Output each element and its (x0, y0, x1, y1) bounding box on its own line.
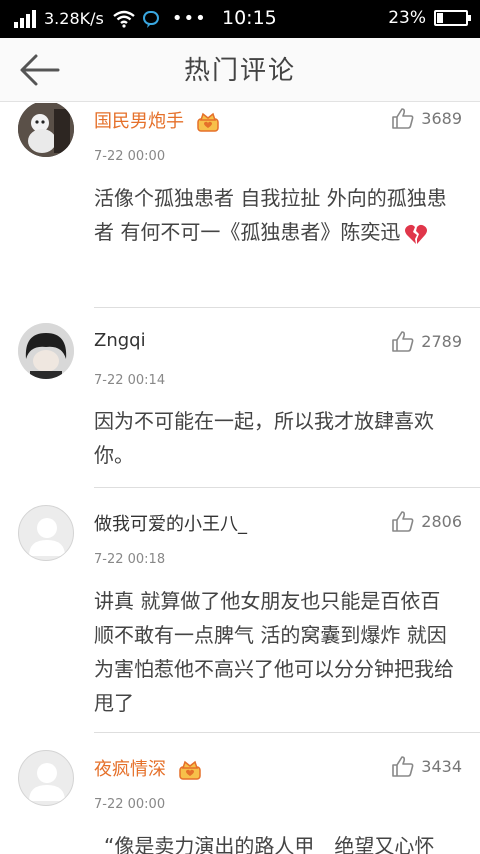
username-text: 做我可爱的小王八_ (94, 514, 247, 535)
like-count: 2789 (421, 331, 462, 351)
message-icon (142, 10, 159, 28)
comment-list[interactable]: 国民男炮手 3689 7-22 00:00 活像个孤独患者 自我拉扯 外向的孤独… (0, 103, 480, 854)
battery-percent: 23% (388, 8, 426, 28)
comment-time: 7-22 00:18 (94, 552, 166, 567)
network-speed: 3.28K/s (44, 9, 104, 28)
thumbs-up-icon (392, 511, 414, 532)
thumbs-up-icon (392, 108, 414, 129)
like-button[interactable]: 3434 (391, 755, 462, 777)
like-button[interactable]: 3689 (391, 107, 462, 129)
comment-item: Zngqi 2789 7-22 00:14 因为不可能在一起，所以我才放肆喜欢你… (18, 308, 480, 488)
like-button[interactable]: 2806 (391, 510, 462, 532)
comment-text: “像是卖力演出的路人甲 绝望又心怀 (104, 834, 435, 854)
username[interactable]: Zngqi (94, 330, 146, 351)
thumbs-up-icon (392, 756, 414, 777)
avatar[interactable] (18, 103, 74, 157)
status-right: 23% (388, 8, 471, 28)
battery-icon (434, 10, 471, 26)
like-count: 2806 (421, 511, 462, 531)
comment-text-content: 活像个孤独患者 自我拉扯 外向的孤独患者 有何不可一《孤独患者》陈奕迅 (94, 186, 447, 244)
like-count: 3434 (421, 756, 462, 776)
vip-crown-icon (178, 760, 201, 780)
comment-item: 做我可爱的小王八_ 2806 7-22 00:18 讲真 就算做了他女朋友也只能… (18, 488, 480, 733)
avatar[interactable] (18, 505, 74, 561)
comment-time: 7-22 00:14 (94, 373, 166, 388)
avatar[interactable] (18, 323, 74, 379)
username[interactable]: 做我可爱的小王八_ (94, 510, 247, 536)
username[interactable]: 国民男炮手 (94, 107, 220, 133)
username-text: 国民男炮手 (94, 111, 184, 132)
broken-heart-icon (405, 224, 428, 244)
avatar[interactable] (18, 750, 74, 806)
comment-text: 因为不可能在一起，所以我才放肆喜欢你。 (94, 409, 434, 467)
thumbs-up-icon (392, 331, 414, 352)
wifi-icon (113, 10, 135, 28)
page-title: 热门评论 (183, 56, 296, 86)
avatar-image (18, 103, 74, 157)
like-button[interactable]: 2789 (391, 330, 462, 352)
status-bar: 3.28K/s ••• 10:15 23% (0, 0, 480, 38)
username-text: 夜疯情深 (94, 759, 166, 780)
avatar-image (18, 323, 74, 379)
username-text: Zngqi (94, 330, 146, 351)
status-left: 3.28K/s ••• (14, 8, 207, 29)
comment-item: 夜疯情深 3434 7-22 00:00 “像是卖力演出的路人甲 绝望又心怀 (18, 733, 480, 854)
default-avatar-icon (29, 763, 65, 801)
comment-text: 讲真 就算做了他女朋友也只能是百依百顺不敢有一点脾气 活的窝囊到爆炸 就因为害怕… (94, 589, 454, 715)
username[interactable]: 夜疯情深 (94, 755, 202, 781)
default-avatar-icon (29, 518, 65, 556)
comment-time: 7-22 00:00 (94, 797, 166, 812)
clock: 10:15 (222, 7, 277, 29)
more-icon: ••• (171, 8, 207, 29)
like-count: 3689 (421, 108, 462, 128)
vip-crown-icon (196, 112, 219, 132)
comment-item: 国民男炮手 3689 7-22 00:00 活像个孤独患者 自我拉扯 外向的孤独… (18, 103, 480, 308)
top-bar: 热门评论 (0, 38, 480, 102)
comment-text: 活像个孤独患者 自我拉扯 外向的孤独患者 有何不可一《孤独患者》陈奕迅 (94, 181, 458, 249)
signal-icon (14, 9, 36, 28)
comment-time: 7-22 00:00 (94, 149, 166, 164)
battery-fill (437, 13, 444, 23)
